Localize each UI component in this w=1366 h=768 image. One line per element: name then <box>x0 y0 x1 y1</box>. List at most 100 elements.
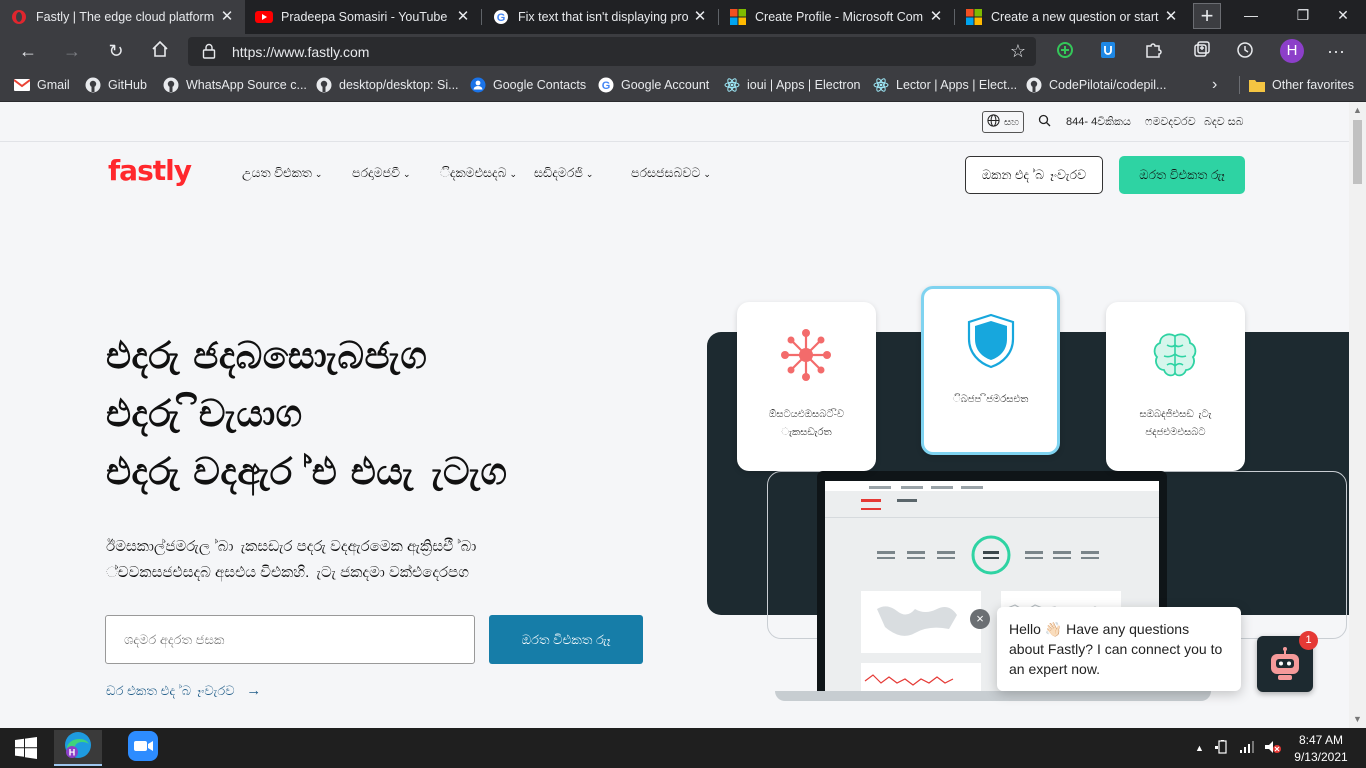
close-icon[interactable]: ✕ <box>692 9 708 25</box>
nav-item-1[interactable]: උයත විඑකත ⌄ <box>242 166 322 181</box>
bookmarks-overflow-chevron-icon[interactable]: › <box>1212 76 1217 94</box>
taskbar-edge-app[interactable]: H <box>54 730 102 766</box>
feature-card-1[interactable]: ඕසටයඑඔසබට-ිව ැකසඩැරත <box>737 302 876 471</box>
clock-time[interactable]: 8:47 AM <box>1290 733 1352 747</box>
nav-item-2[interactable]: පරදාමජවී ⌄ <box>352 166 411 181</box>
windows-start-icon[interactable] <box>2 730 50 766</box>
nav-item-5[interactable]: පරසජසබවට ⌄ <box>631 166 711 181</box>
bookmark-ioui[interactable]: ioui | Apps | Electron <box>724 76 861 94</box>
bookmark-gmail[interactable]: Gmail <box>14 76 70 94</box>
microsoft-icon <box>729 8 747 26</box>
opera-icon <box>10 8 28 26</box>
bookmark-google-contacts[interactable]: Google Contacts <box>470 76 586 94</box>
page-scrollbar[interactable]: ▲ ▼ <box>1349 102 1366 728</box>
chat-message-line: an expert now. <box>1009 661 1101 677</box>
gmail-icon <box>14 77 30 93</box>
demo-button[interactable]: ඔකන එද ්බ ෑංවැරව <box>965 156 1103 194</box>
scrollbar-thumb[interactable] <box>1353 120 1362 184</box>
tray-expand-icon[interactable]: ▲ <box>1195 743 1204 753</box>
tab-fastly[interactable]: Fastly | The edge cloud platform ✕ <box>0 0 245 34</box>
profile-avatar[interactable]: H <box>1280 39 1304 63</box>
new-tab-button[interactable]: + <box>1193 3 1221 29</box>
folder-icon <box>1249 77 1265 93</box>
url-text[interactable]: https://www.fastly.com <box>232 44 369 60</box>
start-free-button[interactable]: ඔරත විඑකත රුෑ <box>489 615 643 664</box>
utility-link-1[interactable]: ෆමවදවරව <box>1145 116 1196 129</box>
bookmark-lector[interactable]: Lector | Apps | Elect... <box>873 76 1017 94</box>
bookmarks-divider <box>1239 76 1240 94</box>
history-icon[interactable] <box>1235 40 1257 62</box>
bookmark-google-account[interactable]: G Google Account <box>598 76 709 94</box>
bookmarks-bar: Gmail GitHub WhatsApp Source c... deskto… <box>0 68 1366 102</box>
bookmark-whatsapp-source[interactable]: WhatsApp Source c... <box>163 76 307 94</box>
tab-microsoft-question[interactable]: Create a new question or start a ✕ <box>955 0 1189 34</box>
chevron-down-icon: ⌄ <box>585 169 594 179</box>
bookmark-github[interactable]: GitHub <box>85 76 147 94</box>
tab-title: Pradeepa Somasiri - YouTube <box>281 10 448 24</box>
extension-green-icon[interactable] <box>1055 40 1077 62</box>
brain-icon <box>1150 330 1200 385</box>
bookmark-codepilot[interactable]: CodePilotai/codepil... <box>1026 76 1166 94</box>
utility-link-2[interactable]: බදව සබ <box>1204 116 1244 129</box>
nav-label: සඩිදමරජි <box>534 166 583 180</box>
more-menu-icon[interactable]: ··· <box>1325 40 1347 62</box>
scroll-down-icon[interactable]: ▼ <box>1352 714 1363 724</box>
window-close-icon[interactable]: ✕ <box>1320 0 1366 32</box>
bookmark-label: Lector | Apps | Elect... <box>896 78 1018 92</box>
bookmark-desktop[interactable]: desktop/desktop: Si... <box>316 76 459 94</box>
feature-card-3[interactable]: සඔබදජිඑසඩ ැටැ ජදජඑමඑසබට <box>1106 302 1245 471</box>
taskbar-zoom-app[interactable] <box>119 730 167 766</box>
network-signal-icon[interactable] <box>1239 740 1255 757</box>
language-selector[interactable]: සහ <box>982 111 1024 133</box>
google-icon: G <box>598 77 614 93</box>
email-input[interactable] <box>105 615 475 664</box>
nav-item-4[interactable]: සඩිදමරජි ⌄ <box>534 166 593 181</box>
close-icon[interactable]: ✕ <box>1163 9 1179 25</box>
volume-muted-icon[interactable] <box>1264 740 1282 757</box>
tab-title: Fix text that isn't displaying prop <box>518 10 688 24</box>
google-icon: G <box>492 8 510 26</box>
reload-icon[interactable]: ↻ <box>105 40 127 62</box>
clock-date[interactable]: 9/13/2021 <box>1290 750 1352 764</box>
chat-message-line: about Fastly? I can connect you to <box>1009 641 1223 657</box>
free-trial-button[interactable]: ඔරත විඑකත රුෑ <box>1119 156 1245 194</box>
close-icon[interactable]: ✕ <box>455 9 471 25</box>
electron-icon <box>724 77 740 93</box>
windows-taskbar: H ▲ 8:47 AM 9/13/2021 <box>0 728 1366 768</box>
tab-google-support[interactable]: G Fix text that isn't displaying prop ✕ <box>482 0 718 34</box>
address-bar[interactable]: https://www.fastly.com ☆ <box>188 37 1036 66</box>
extensions-puzzle-icon[interactable] <box>1143 40 1165 62</box>
shield-icon <box>966 313 1016 374</box>
demo-link[interactable]: ඩර එකත එද ්බ ෑංවැරව → <box>106 682 261 699</box>
close-icon[interactable]: ✕ <box>219 9 235 25</box>
bookmark-label: desktop/desktop: Si... <box>339 78 459 92</box>
fastly-logo[interactable]: fastly <box>108 154 192 187</box>
svg-text:G: G <box>602 80 611 92</box>
collections-icon[interactable] <box>1192 40 1214 62</box>
minimize-icon[interactable]: — <box>1228 0 1274 32</box>
chevron-down-icon: ⌄ <box>314 169 323 179</box>
bookmark-other-favorites[interactable]: Other favorites <box>1249 76 1354 94</box>
edge-icon: H <box>63 730 93 765</box>
home-icon[interactable] <box>149 40 171 62</box>
close-icon[interactable]: ✕ <box>928 9 944 25</box>
tab-youtube[interactable]: Pradeepa Somasiri - YouTube ✕ <box>245 0 481 34</box>
search-icon[interactable] <box>1038 114 1051 130</box>
battery-icon[interactable] <box>1214 740 1230 757</box>
chevron-down-icon: ⌄ <box>403 169 411 179</box>
laptop-base <box>775 691 1211 701</box>
chat-close-icon[interactable]: × <box>970 609 990 629</box>
tab-microsoft-profile[interactable]: Create Profile - Microsoft Comm ✕ <box>719 0 954 34</box>
chat-message-line: Hello 👋🏻 Have any questions <box>1009 621 1190 637</box>
nav-item-3[interactable]: ිදකමඑසදබ ⌄ <box>440 166 517 181</box>
forward-icon[interactable]: → <box>61 40 83 62</box>
feature-card-2[interactable]: ිබජප ිජමරසඑත <box>921 286 1060 455</box>
favorite-star-icon[interactable]: ☆ <box>1010 41 1026 62</box>
github-icon <box>163 77 179 93</box>
chat-message-bubble[interactable]: Hello 👋🏻 Have any questions about Fastly… <box>997 607 1241 691</box>
extension-blue-icon[interactable] <box>1098 40 1120 62</box>
phone-number[interactable]: 844- 4විකිකය <box>1066 116 1131 129</box>
lock-icon[interactable] <box>202 43 216 59</box>
back-icon[interactable]: ← <box>17 40 39 62</box>
scroll-up-icon[interactable]: ▲ <box>1352 105 1363 115</box>
